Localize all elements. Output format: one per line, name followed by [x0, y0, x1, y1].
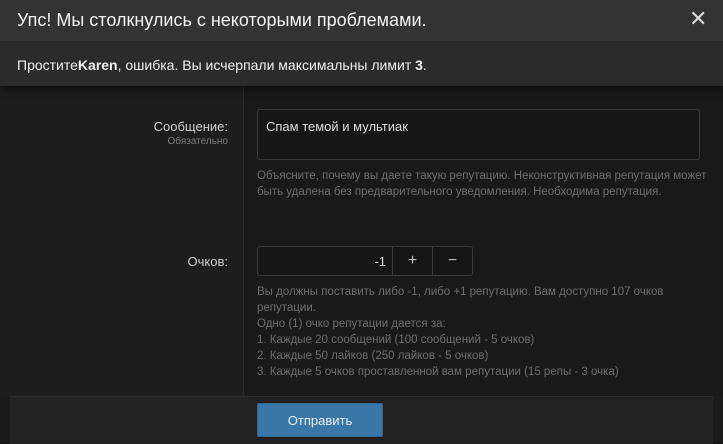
error-message-middle: , ошибка. Вы исчерпали максимальны лимит — [117, 57, 416, 73]
points-label: Очков: — [187, 254, 228, 269]
message-label: Сообщение: — [153, 119, 228, 134]
points-hint: Вы должны поставить либо -1, либо +1 реп… — [257, 284, 707, 380]
message-hint: Объясните, почему вы даете такую репутац… — [257, 170, 707, 198]
close-icon[interactable]: ✕ — [689, 8, 707, 30]
message-textarea[interactable]: Спам темой и мультиак — [257, 109, 700, 160]
points-hint-line: Одно (1) очко репутации дается за: — [257, 318, 446, 330]
minus-icon[interactable]: − — [432, 247, 472, 275]
error-message-suffix: . — [422, 57, 427, 73]
plus-icon[interactable]: + — [392, 247, 432, 275]
submit-button[interactable]: Отправить — [257, 403, 383, 437]
error-limit: 3 — [415, 57, 423, 73]
error-title: Упс! Мы столкнулись с некоторыми проблем… — [17, 10, 427, 30]
points-input[interactable] — [258, 247, 392, 275]
message-required-note: Обязательно — [167, 136, 228, 147]
error-message: ПроститеKaren, ошибка. Вы исчерпали макс… — [17, 57, 427, 73]
error-overlay: Упс! Мы столкнулись с некоторыми проблем… — [0, 0, 723, 86]
points-hint-line: Вы должны поставить либо -1, либо +1 реп… — [257, 286, 664, 314]
points-hint-line: 2. Каждые 50 лайков (250 лайков - 5 очко… — [257, 350, 489, 362]
error-message-prefix: Простите — [17, 57, 78, 73]
error-username: Karen — [77, 57, 118, 73]
points-stepper: + − — [257, 246, 473, 276]
points-hint-line: 3. Каждые 5 очков проставленной вам репу… — [257, 366, 619, 378]
error-overlay-header: Упс! Мы столкнулись с некоторыми проблем… — [0, 0, 723, 42]
points-hint-line: 1. Каждые 20 сообщений (100 сообщений - … — [257, 334, 535, 346]
